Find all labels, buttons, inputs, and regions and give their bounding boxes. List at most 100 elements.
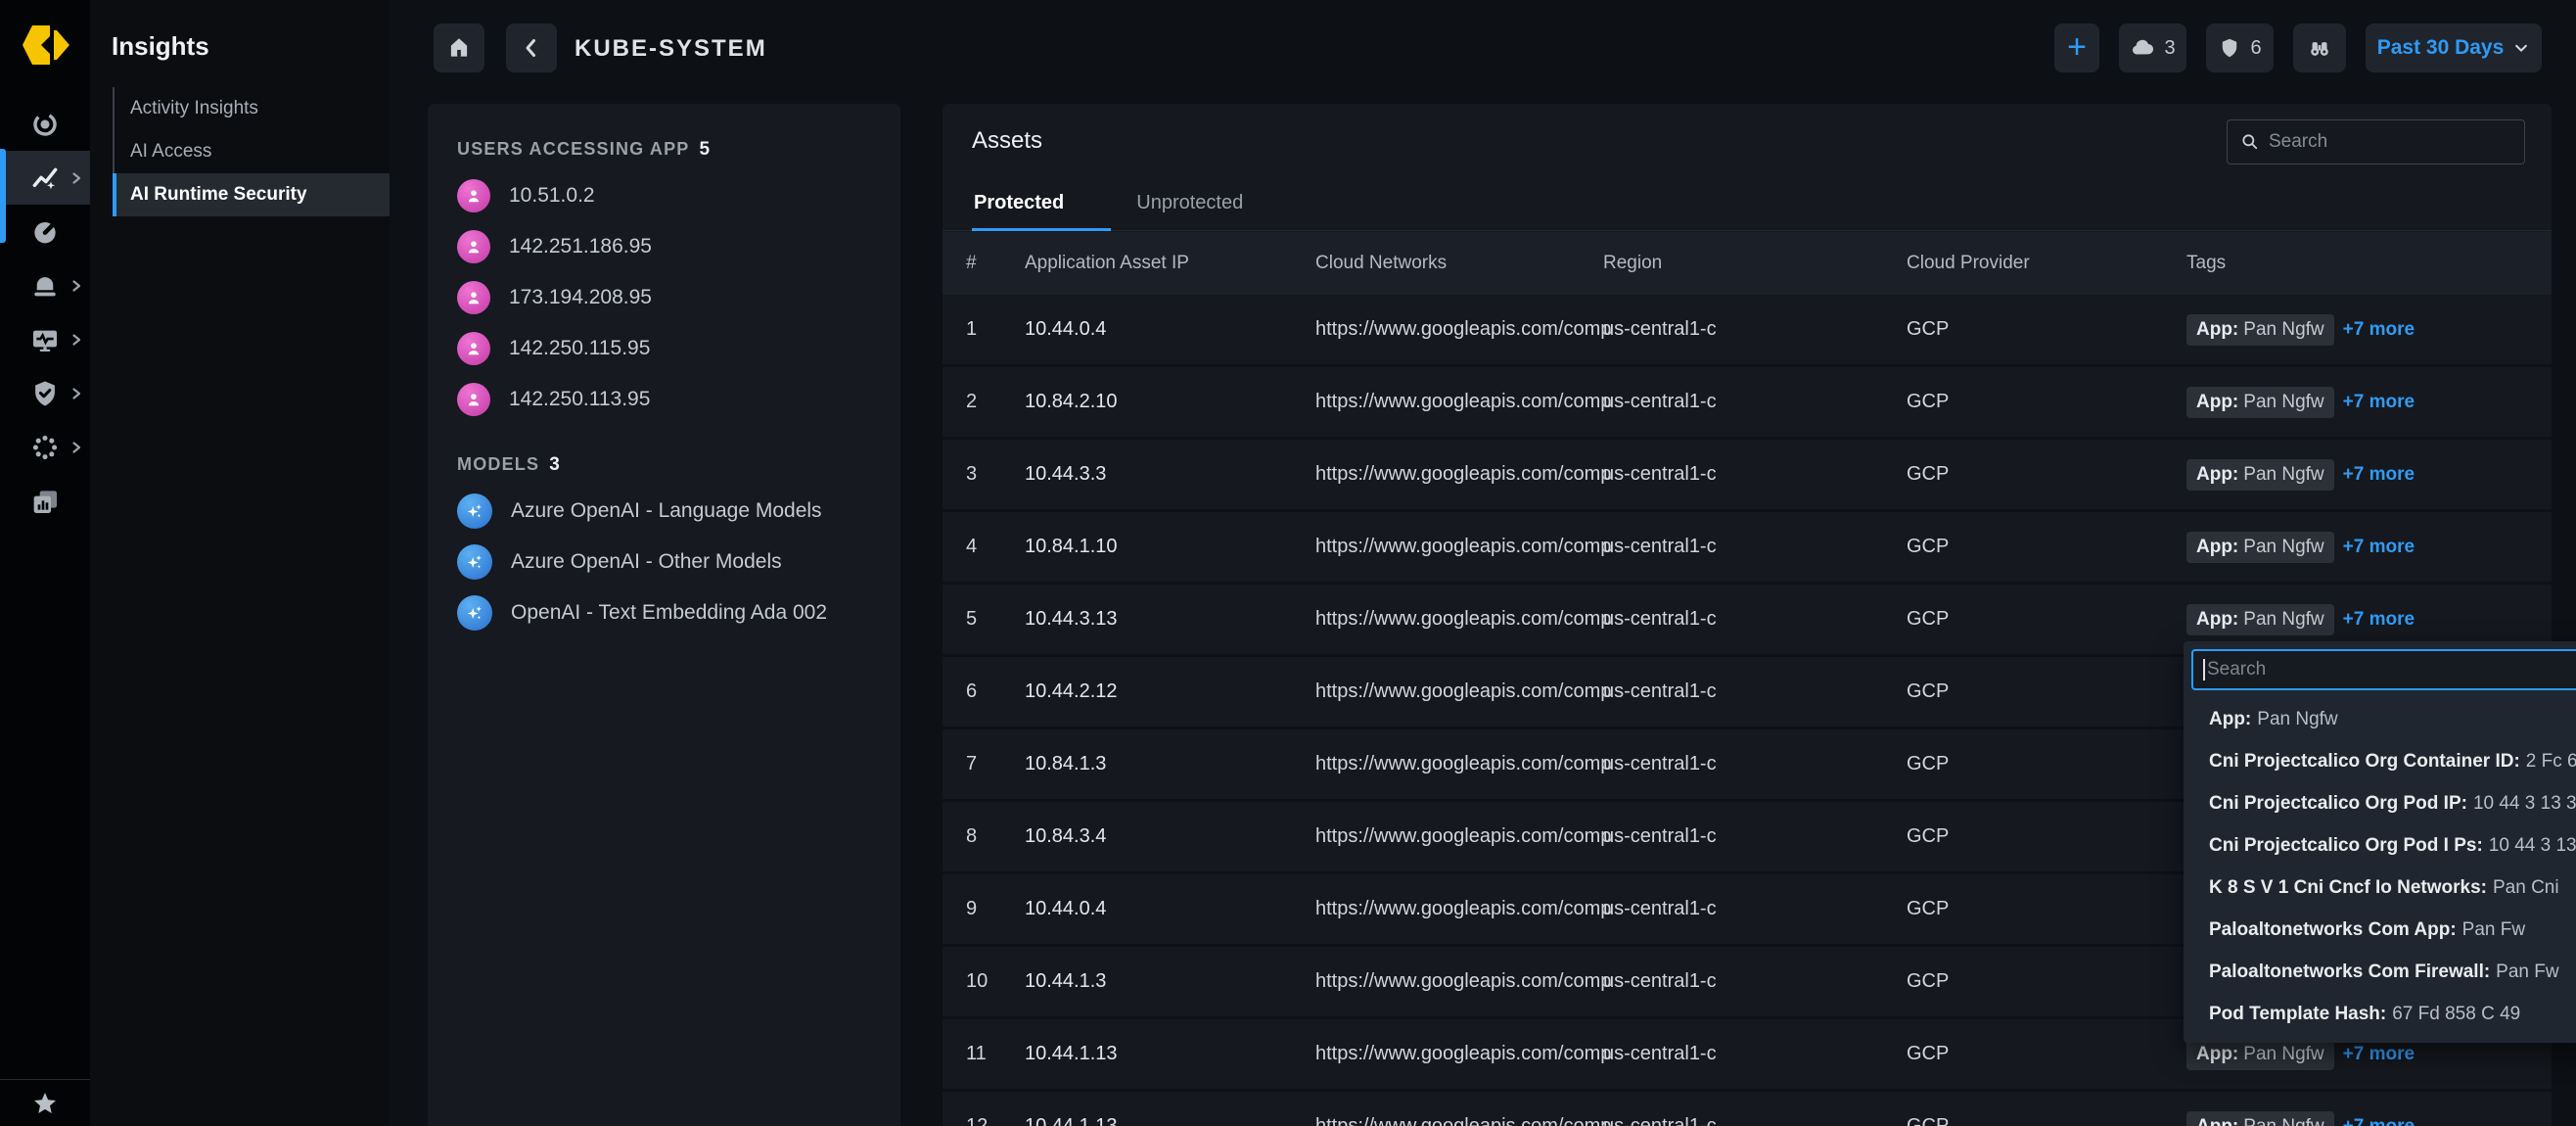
tag-chip[interactable]: App:Pan Ngfw <box>2186 532 2334 563</box>
cell-row-number: 11 <box>966 1043 1025 1065</box>
star-icon[interactable] <box>30 1089 60 1118</box>
user-list-item[interactable]: 142.250.115.95 <box>457 323 871 374</box>
more-tags-link[interactable]: +7 more <box>2343 392 2415 413</box>
assets-search[interactable] <box>2227 119 2525 164</box>
rail-item-dashboard[interactable] <box>0 205 90 258</box>
tag-chip[interactable]: App:Pan Ngfw <box>2186 604 2334 635</box>
user-list-item[interactable]: 10.51.0.2 <box>457 170 871 221</box>
brand-logo[interactable] <box>18 18 72 72</box>
tag-dropdown-item[interactable]: Pod Template Hash:67 Fd 858 C 49 <box>2184 993 2576 1035</box>
table-row[interactable]: 3 10.44.3.3 https://www.googleapis.com/c… <box>943 440 2552 512</box>
cell-cloud-network: https://www.googleapis.com/comp <box>1315 608 1603 631</box>
cell-cloud-provider: GCP <box>1907 463 2186 486</box>
cell-cloud-network: https://www.googleapis.com/comp <box>1315 536 1603 558</box>
tag-chip[interactable]: App:Pan Ngfw <box>2186 1039 2334 1070</box>
cell-cloud-provider: GCP <box>1907 608 2186 631</box>
cell-asset-ip: 10.44.0.4 <box>1025 318 1315 341</box>
cell-cloud-network: https://www.googleapis.com/comp <box>1315 318 1603 341</box>
cell-tags: App:Pan Ngfw +7 more <box>2186 532 2528 563</box>
left-rail <box>0 0 90 1126</box>
protection-status-button[interactable]: 6 <box>2206 23 2274 72</box>
tab-unprotected[interactable]: Unprotected <box>1128 192 1265 231</box>
nav-item[interactable]: AI Access <box>113 130 390 173</box>
model-list-item[interactable]: OpenAI - Text Embedding Ada 002 <box>457 587 871 638</box>
more-tags-link[interactable]: +7 more <box>2343 609 2415 631</box>
home-button[interactable] <box>434 23 484 72</box>
model-sparkle-icon <box>457 493 492 529</box>
user-avatar-icon <box>457 179 490 212</box>
cell-region: us-central1-c <box>1603 680 1907 703</box>
users-count: 5 <box>700 139 712 160</box>
cell-row-number: 12 <box>966 1115 1025 1126</box>
rail-item-insights[interactable] <box>0 151 90 205</box>
rail-item-radar[interactable] <box>0 97 90 151</box>
column-header: Cloud Networks <box>1315 253 1603 274</box>
cell-asset-ip: 10.44.3.13 <box>1025 608 1315 631</box>
column-header: Region <box>1603 253 1907 274</box>
user-ip: 10.51.0.2 <box>509 184 595 208</box>
chevron-left-icon <box>520 36 543 60</box>
model-list-item[interactable]: Azure OpenAI - Other Models <box>457 537 871 587</box>
cell-tags: App:Pan Ngfw +7 more <box>2186 1111 2528 1126</box>
loader-dots-icon <box>29 432 61 463</box>
tags-dropdown-search-input[interactable] <box>2207 659 2575 680</box>
cell-cloud-network: https://www.googleapis.com/comp <box>1315 680 1603 703</box>
cell-asset-ip: 10.44.1.13 <box>1025 1115 1315 1126</box>
table-row[interactable]: 12 10.44.1.13 https://www.googleapis.com… <box>943 1092 2552 1126</box>
more-tags-link[interactable]: +7 more <box>2343 464 2415 486</box>
tag-dropdown-item[interactable]: Cni Projectcalico Org Container ID:2 Fc … <box>2184 740 2576 782</box>
cell-cloud-network: https://www.googleapis.com/comp <box>1315 753 1603 775</box>
nav-item[interactable]: AI Runtime Security <box>113 173 390 216</box>
more-tags-link[interactable]: +7 more <box>2343 1116 2415 1126</box>
tags-dropdown-search[interactable] <box>2191 649 2576 690</box>
table-row[interactable]: 1 10.44.0.4 https://www.googleapis.com/c… <box>943 295 2552 367</box>
back-button[interactable] <box>506 23 557 72</box>
assets-search-input[interactable] <box>2269 131 2511 153</box>
add-button[interactable]: + <box>2054 23 2099 72</box>
cell-row-number: 6 <box>966 680 1025 703</box>
time-range-selector[interactable]: Past 30 Days <box>2366 23 2542 72</box>
cell-asset-ip: 10.44.0.4 <box>1025 898 1315 920</box>
user-avatar-icon <box>457 383 490 416</box>
rail-item-runtime[interactable] <box>0 420 90 474</box>
tag-dropdown-item[interactable]: Paloaltonetworks Com Firewall:Pan Fw <box>2184 951 2576 993</box>
tag-dropdown-item[interactable]: Cni Projectcalico Org Pod I Ps:10 44 3 1… <box>2184 824 2576 867</box>
rail-item-compliance[interactable] <box>0 366 90 420</box>
tag-chip[interactable]: App:Pan Ngfw <box>2186 459 2334 491</box>
discovery-button[interactable] <box>2293 23 2346 72</box>
cell-region: us-central1-c <box>1603 825 1907 848</box>
user-list-item[interactable]: 173.194.208.95 <box>457 272 871 323</box>
column-header: Cloud Provider <box>1907 253 2186 274</box>
table-row[interactable]: 4 10.84.1.10 https://www.googleapis.com/… <box>943 512 2552 585</box>
search-icon <box>2240 132 2260 152</box>
cell-cloud-provider: GCP <box>1907 536 2186 558</box>
tag-chip[interactable]: App:Pan Ngfw <box>2186 314 2334 346</box>
tag-dropdown-item[interactable]: App:Pan Ngfw <box>2184 698 2576 740</box>
user-ip: 142.250.113.95 <box>509 388 650 411</box>
tag-dropdown-item[interactable]: Cni Projectcalico Org Pod IP:10 44 3 13 … <box>2184 782 2576 824</box>
table-row[interactable]: 2 10.84.2.10 https://www.googleapis.com/… <box>943 367 2552 440</box>
more-tags-link[interactable]: +7 more <box>2343 537 2415 558</box>
model-list-item[interactable]: Azure OpenAI - Language Models <box>457 486 871 537</box>
cloud-count: 3 <box>2164 37 2175 60</box>
cell-tags: App:Pan Ngfw +7 more <box>2186 1039 2528 1070</box>
rail-item-monitoring[interactable] <box>0 312 90 366</box>
nav-item[interactable]: Activity Insights <box>113 87 390 130</box>
tab-protected[interactable]: Protected <box>972 192 1111 231</box>
user-list-item[interactable]: 142.250.113.95 <box>457 374 871 425</box>
more-tags-link[interactable]: +7 more <box>2343 1044 2415 1065</box>
time-range-value: Past 30 Days <box>2377 36 2505 60</box>
tag-chip[interactable]: App:Pan Ngfw <box>2186 1111 2334 1126</box>
cell-asset-ip: 10.44.1.13 <box>1025 1043 1315 1065</box>
cell-asset-ip: 10.84.3.4 <box>1025 825 1315 848</box>
more-tags-link[interactable]: +7 more <box>2343 319 2415 341</box>
tag-dropdown-item[interactable]: Paloaltonetworks Com App:Pan Fw <box>2184 909 2576 951</box>
rail-item-reports[interactable] <box>0 474 90 528</box>
user-list-item[interactable]: 142.251.186.95 <box>457 221 871 272</box>
alarm-siren-icon <box>29 270 61 302</box>
cloud-accounts-button[interactable]: 3 <box>2119 23 2186 72</box>
rail-item-alerts[interactable] <box>0 258 90 312</box>
tag-dropdown-item[interactable]: K 8 S V 1 Cni Cncf Io Networks:Pan Cni <box>2184 867 2576 909</box>
users-section-header: USERS ACCESSING APP5 <box>457 139 871 161</box>
tag-chip[interactable]: App:Pan Ngfw <box>2186 387 2334 418</box>
